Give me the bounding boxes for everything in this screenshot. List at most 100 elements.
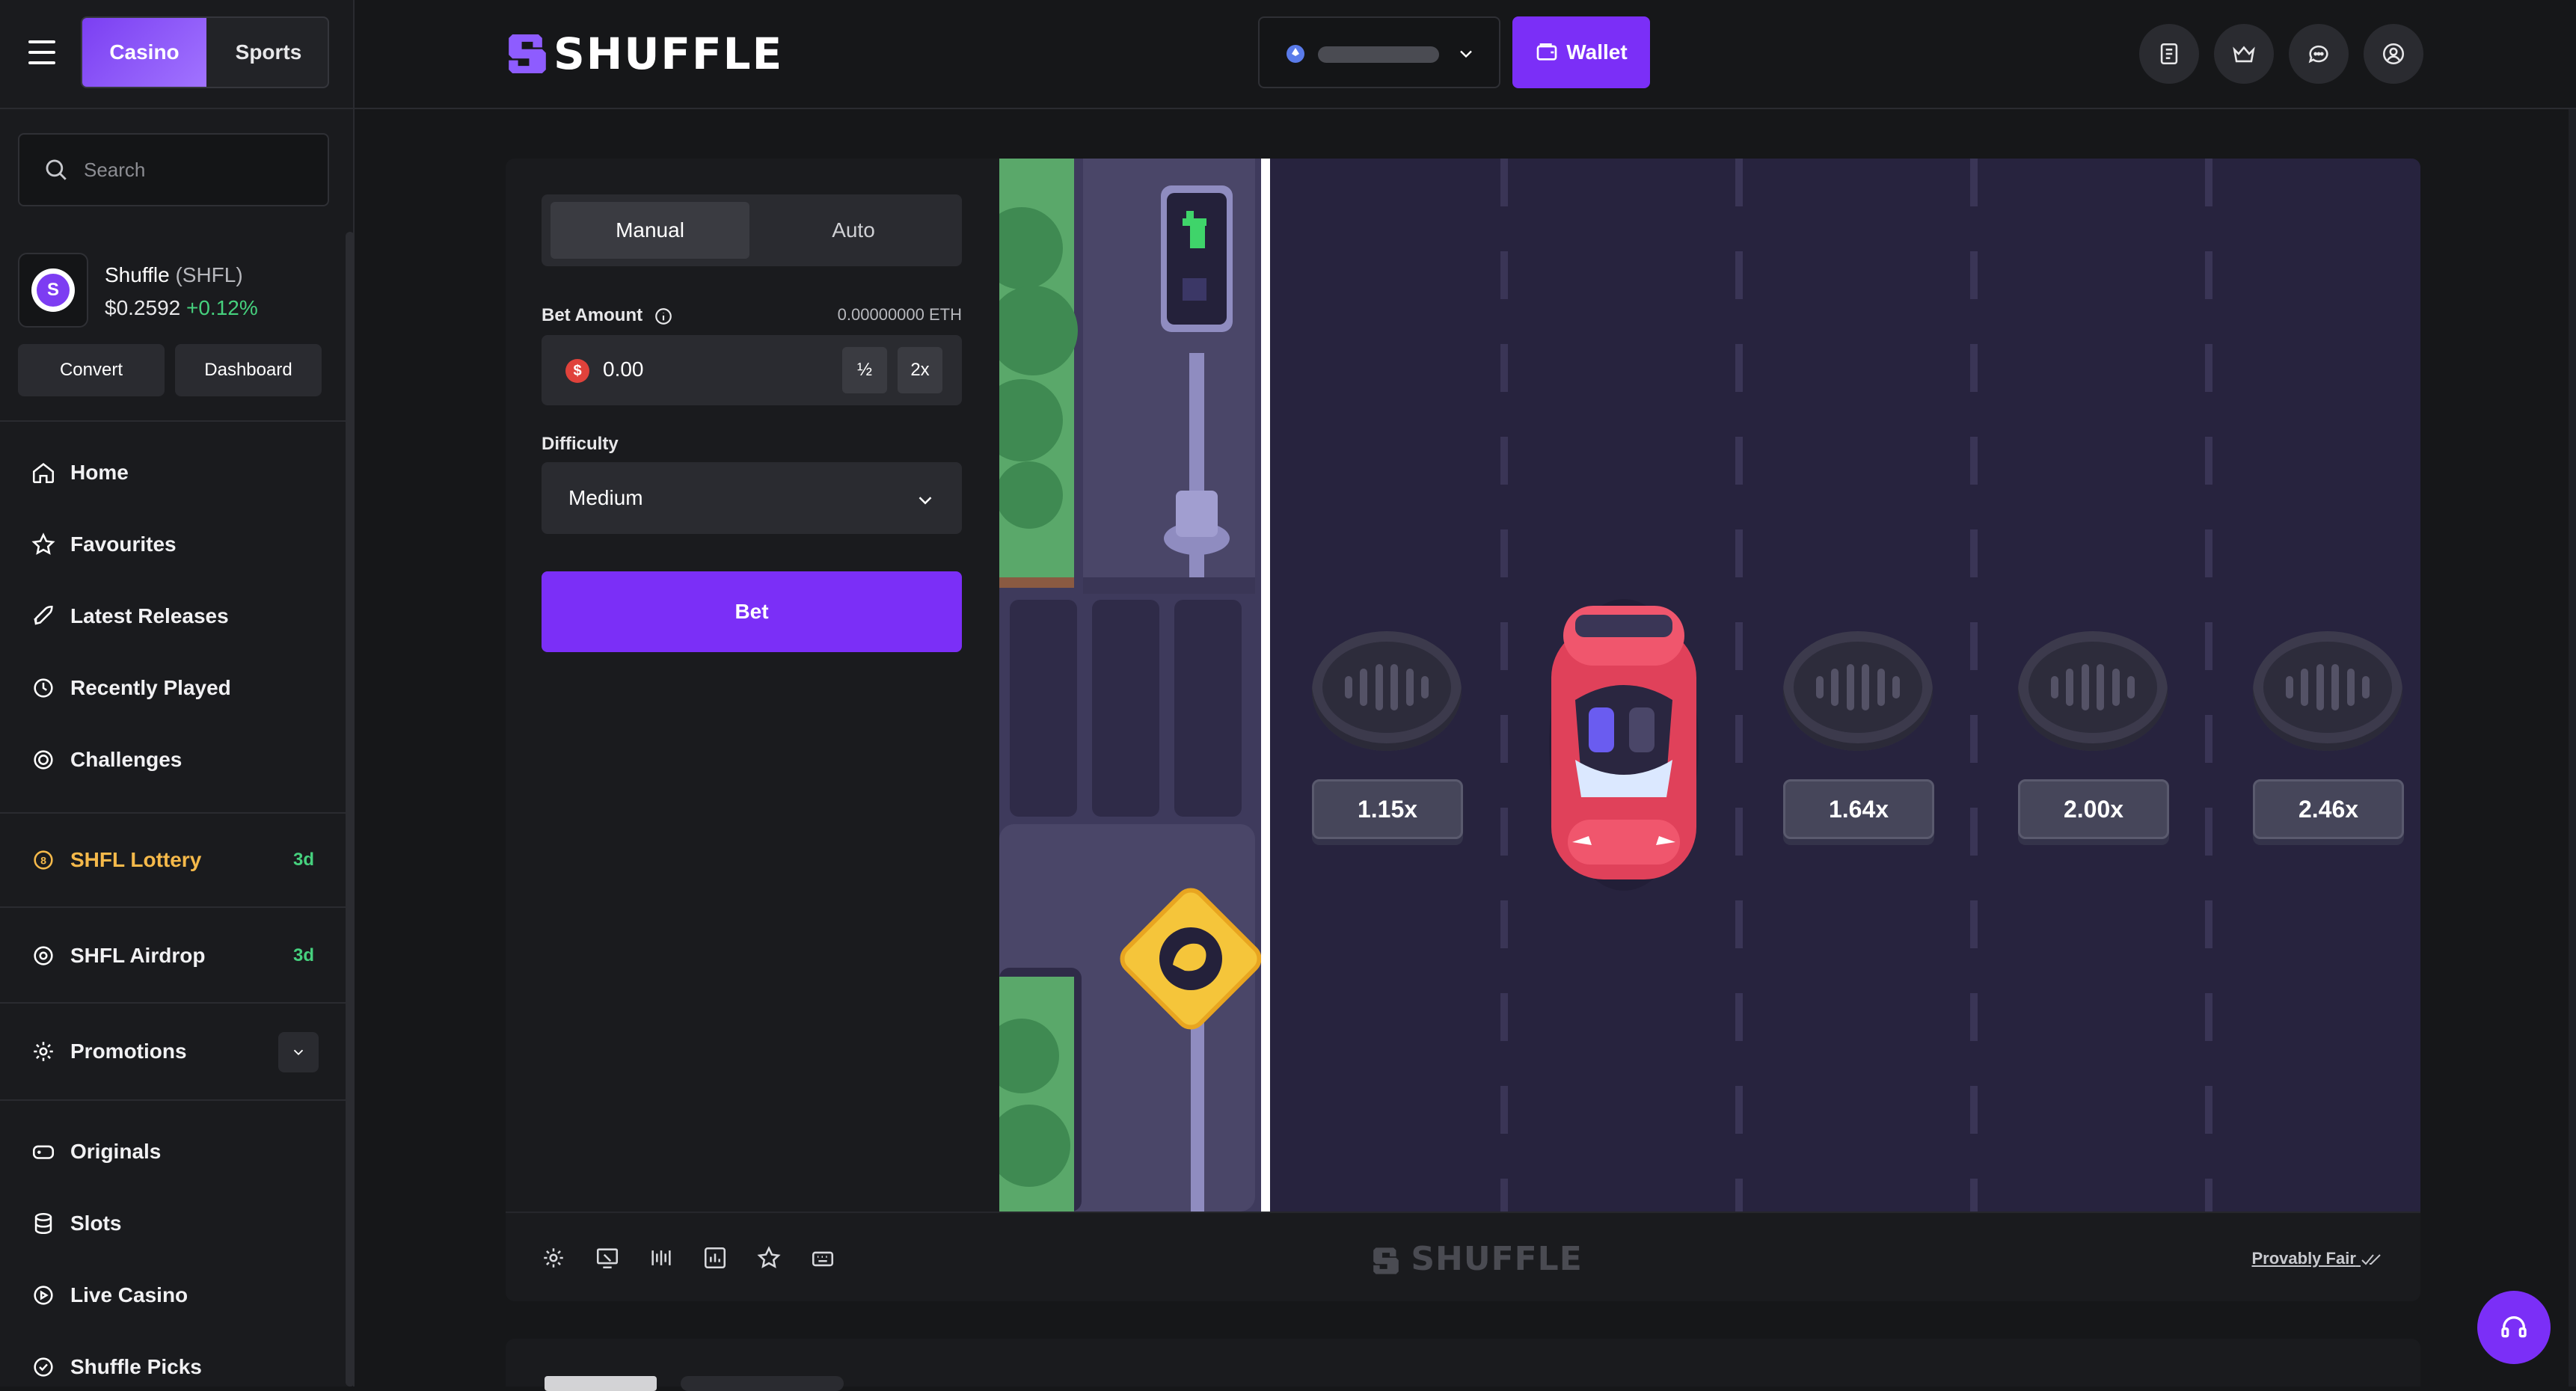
difficulty-label: Difficulty <box>542 434 619 454</box>
chevron-down-icon <box>1460 50 1472 58</box>
section-heading <box>545 1376 657 1391</box>
token-price: $0.2592 +0.12% <box>105 296 258 319</box>
bet-button[interactable]: Bet <box>542 571 962 652</box>
transactions-icon[interactable] <box>2139 24 2199 84</box>
top-header: SHUFFLE Wallet <box>355 0 2576 109</box>
sidebar-item-promotions[interactable]: Promotions <box>28 1037 187 1066</box>
airdrop-badge: 3d <box>292 945 314 965</box>
sidebar-item-shuffle-picks[interactable]: Shuffle Picks <box>28 1352 202 1382</box>
token-name: Shuffle (SHFL) <box>105 263 243 286</box>
tab-manual[interactable]: Manual <box>551 202 749 259</box>
history-icon <box>28 673 58 703</box>
game-scene: 1.15x 1.64x 2.00x 2.46x <box>999 159 2420 1212</box>
multiplier-lane-4: 2.00x <box>2018 779 2169 839</box>
favourite-star-icon[interactable] <box>754 1243 784 1273</box>
multiplier-lane-5: 2.46x <box>2253 779 2404 839</box>
sidebar-top: Casino Sports <box>0 0 353 109</box>
airdrop-icon <box>28 941 58 971</box>
fairness-bars-icon[interactable] <box>646 1243 676 1273</box>
game-panel: Manual Auto Bet Amount 0.00000000 ETH $ … <box>506 159 2420 1301</box>
settings-icon[interactable] <box>539 1243 568 1273</box>
manhole-cover[interactable] <box>1783 631 1933 751</box>
double-bet-button[interactable]: 2x <box>898 347 942 393</box>
bet-amount-input[interactable]: $ 0.00 ½ 2x <box>542 335 962 405</box>
difficulty-select[interactable]: Medium <box>542 462 962 534</box>
lottery-badge: 3d <box>292 850 314 870</box>
hotkeys-keyboard-icon[interactable] <box>808 1243 838 1273</box>
manhole-cover[interactable] <box>2253 631 2402 751</box>
lane-divider <box>1500 159 1508 1212</box>
sidebar-item-challenges[interactable]: Challenges <box>28 745 182 775</box>
gamepad-icon <box>28 1137 58 1167</box>
chevron-down-icon[interactable] <box>278 1032 319 1072</box>
bet-amount-eth: 0.00000000 ETH <box>837 305 962 324</box>
stats-chart-icon[interactable] <box>700 1243 730 1273</box>
shuffle-logo[interactable]: SHUFFLE <box>509 28 783 79</box>
play-icon <box>28 1280 58 1310</box>
home-icon <box>28 458 58 488</box>
bet-controls: Manual Auto Bet Amount 0.00000000 ETH $ … <box>506 159 999 1212</box>
sidebar-item-live-casino[interactable]: Live Casino <box>28 1280 188 1310</box>
info-icon[interactable] <box>654 307 673 326</box>
road-edge-line <box>1261 159 1270 1212</box>
sidebar-item-home[interactable]: Home <box>28 458 129 488</box>
target-icon <box>28 745 58 775</box>
logo-text: SHUFFLE <box>553 28 784 79</box>
mode-tabs: Manual Auto <box>542 194 962 266</box>
dashboard-button[interactable]: Dashboard <box>175 344 322 396</box>
page-scrollbar[interactable] <box>2569 109 2576 1387</box>
bet-amount-value: 0.00 <box>603 357 644 381</box>
shfl-token-logo: S <box>18 253 88 328</box>
search-placeholder: Search <box>84 158 146 181</box>
badge-check-icon <box>28 1352 58 1382</box>
menu-icon[interactable] <box>27 37 57 67</box>
token-change: +0.12% <box>186 296 258 319</box>
search-icon <box>46 159 67 180</box>
sidebar-item-recently-played[interactable]: Recently Played <box>28 673 231 703</box>
support-headset-button[interactable] <box>2477 1291 2551 1364</box>
vip-crown-icon[interactable] <box>2214 24 2274 84</box>
theatre-mode-icon[interactable] <box>592 1243 622 1273</box>
sidebar-item-shfl-airdrop[interactable]: SHFL Airdrop <box>28 941 205 971</box>
ethereum-icon <box>1287 45 1304 63</box>
lane-divider <box>1970 159 1978 1212</box>
sidebar-item-favourites[interactable]: Favourites <box>28 529 177 559</box>
wallet-button[interactable]: Wallet <box>1512 16 1650 88</box>
manhole-cover[interactable] <box>2018 631 2168 751</box>
wallet-icon <box>1536 43 1557 61</box>
game-footer: SHUFFLE Provably Fair <box>506 1212 2420 1301</box>
double-check-icon <box>2361 1254 2381 1265</box>
tab-auto[interactable]: Auto <box>754 202 953 259</box>
manhole-cover[interactable] <box>1312 631 1462 751</box>
difficulty-value: Medium <box>568 486 643 509</box>
convert-button[interactable]: Convert <box>18 344 165 396</box>
search-input[interactable]: Search <box>18 133 329 206</box>
game-description-section <box>506 1339 2420 1391</box>
star-icon <box>28 529 58 559</box>
sidebar-item-originals[interactable]: Originals <box>28 1137 161 1167</box>
user-profile-icon[interactable] <box>2364 24 2423 84</box>
multiplier-lane-3: 1.64x <box>1783 779 1934 839</box>
red-car <box>1549 599 1699 891</box>
sports-tab[interactable]: Sports <box>206 18 328 87</box>
provably-fair-link[interactable]: Provably Fair <box>2251 1249 2383 1268</box>
sidewalk-illustration <box>999 159 1278 1212</box>
half-bet-button[interactable]: ½ <box>842 347 887 393</box>
sidebar-item-latest-releases[interactable]: Latest Releases <box>28 601 229 631</box>
currency-selector[interactable] <box>1258 16 1500 88</box>
lane-divider <box>1735 159 1743 1212</box>
footer-watermark: SHUFFLE <box>1373 1240 1583 1278</box>
headset-icon <box>2501 1316 2527 1338</box>
sidebar-item-shfl-lottery[interactable]: 8 SHFL Lottery <box>28 845 201 875</box>
casino-tab[interactable]: Casino <box>82 18 206 87</box>
chevron-down-icon <box>919 497 932 505</box>
sidebar-scrollbar[interactable] <box>346 232 355 1387</box>
sidebar-item-slots[interactable]: Slots <box>28 1209 121 1238</box>
coins-icon <box>28 1209 58 1238</box>
bet-amount-label: Bet Amount <box>542 305 673 326</box>
dollar-coin-icon: $ <box>565 359 589 383</box>
chat-icon[interactable] <box>2289 24 2349 84</box>
lottery-ball-icon: 8 <box>28 845 58 875</box>
sidebar: Casino Sports Search S Shuffle (SHFL) $0… <box>0 0 355 1387</box>
shuffle-logo-icon <box>509 34 546 74</box>
